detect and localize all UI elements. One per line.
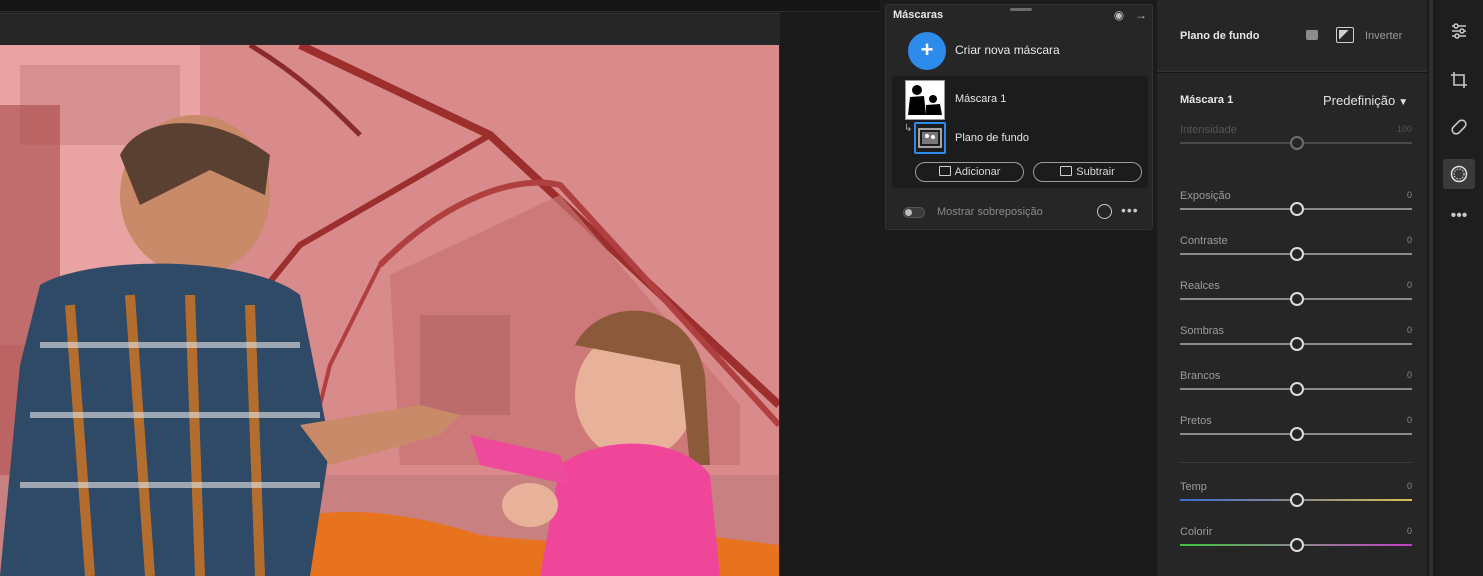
mask-adjustments-panel: Plano de fundo Inverter Máscara 1 Predef… — [1157, 0, 1427, 576]
slider-label: Temp — [1180, 481, 1207, 493]
more-tools-icon[interactable]: ••• — [1443, 201, 1475, 231]
slider-value: 0 — [1406, 190, 1412, 200]
slider-value: 0 — [1406, 370, 1412, 380]
header-divider — [1157, 72, 1427, 73]
mask-1-thumbnail[interactable] — [905, 80, 945, 120]
masks-panel: Máscaras ◉ → + Criar nova máscara Máscar… — [885, 4, 1153, 230]
eye-icon[interactable]: ◉ — [1111, 9, 1127, 21]
tool-strip: ••• — [1436, 0, 1483, 576]
slider-label: Brancos — [1180, 370, 1221, 382]
top-strip — [0, 0, 880, 12]
slider-thumb[interactable] — [1290, 136, 1304, 150]
photo-preview-with-mask-overlay[interactable] — [0, 45, 779, 576]
slider-value: 0 — [1406, 526, 1412, 536]
selected-mask-title: Plano de fundo — [1180, 30, 1260, 42]
slider-thumb[interactable] — [1290, 247, 1304, 261]
arrow-right-icon[interactable]: → — [1133, 9, 1149, 21]
slider-value: 0 — [1406, 481, 1412, 491]
slider-label: Pretos — [1180, 415, 1212, 427]
panel-scrollbar[interactable] — [1429, 0, 1433, 576]
slider-thumb[interactable] — [1290, 427, 1304, 441]
add-mask-icon — [938, 166, 951, 176]
slider-thumb[interactable] — [1290, 538, 1304, 552]
chevron-down-icon: ▼ — [1398, 97, 1409, 108]
slider-value: 0 — [1406, 280, 1412, 290]
section-divider — [1180, 462, 1412, 463]
sub-mask-indent-icon: ↳ — [904, 123, 913, 134]
mask-section-title: Máscara 1 — [1180, 94, 1234, 106]
preset-dropdown[interactable]: Predefinição ▼ — [1323, 93, 1408, 108]
add-button[interactable]: Adicionar — [915, 162, 1024, 182]
slider-thumb[interactable] — [1290, 337, 1304, 351]
app-window: Máscaras ◉ → + Criar nova máscara Máscar… — [0, 0, 1483, 576]
subtract-button[interactable]: Subtrair — [1033, 162, 1142, 182]
mask-1-label[interactable]: Máscara 1 — [955, 93, 1006, 105]
subtract-mask-icon — [1060, 166, 1073, 176]
slider-label: Intensidade — [1180, 124, 1237, 136]
invert-icon[interactable] — [1336, 27, 1354, 43]
comment-icon[interactable] — [1306, 30, 1318, 40]
slider-thumb[interactable] — [1290, 493, 1304, 507]
slider-value: 0 — [1406, 235, 1412, 245]
more-options-icon[interactable]: ••• — [1121, 202, 1139, 218]
subtract-button-label: Subtrair — [1076, 166, 1115, 178]
show-overlay-label: Mostrar sobreposição — [937, 206, 1043, 218]
healing-icon[interactable] — [1443, 112, 1475, 142]
create-new-mask-label[interactable]: Criar nova máscara — [955, 43, 1060, 57]
background-submask-label[interactable]: Plano de fundo — [955, 132, 1029, 144]
slider-label: Exposição — [1180, 190, 1231, 202]
slider-thumb[interactable] — [1290, 292, 1304, 306]
mask-list: Máscara 1 ↳ Plano de fundo Adicionar Sub… — [892, 76, 1148, 188]
edit-sliders-icon[interactable] — [1443, 16, 1475, 46]
add-button-label: Adicionar — [954, 166, 1001, 178]
slider-value: 0 — [1406, 415, 1412, 425]
background-submask-thumbnail[interactable] — [914, 122, 946, 154]
slider-thumb[interactable] — [1290, 202, 1304, 216]
adjustments-header: Plano de fundo Inverter — [1157, 0, 1427, 72]
show-overlay-toggle[interactable] — [903, 207, 925, 218]
slider-value: 100 — [1396, 124, 1412, 134]
slider-label: Contraste — [1180, 235, 1228, 247]
masking-icon[interactable] — [1443, 159, 1475, 189]
slider-label: Realces — [1180, 280, 1220, 292]
toggle-knob — [905, 209, 912, 216]
overlay-color-icon[interactable] — [1097, 204, 1112, 219]
slider-label: Colorir — [1180, 526, 1213, 538]
slider-label: Sombras — [1180, 325, 1225, 337]
preset-label: Predefinição — [1323, 93, 1396, 108]
crop-icon[interactable] — [1443, 65, 1475, 95]
invert-label[interactable]: Inverter — [1365, 30, 1402, 42]
slider-value: 0 — [1406, 325, 1412, 335]
create-new-mask-button[interactable]: + — [908, 32, 946, 70]
slider-thumb[interactable] — [1290, 382, 1304, 396]
panel-drag-handle[interactable] — [1010, 8, 1032, 11]
masks-panel-title: Máscaras — [893, 9, 944, 21]
